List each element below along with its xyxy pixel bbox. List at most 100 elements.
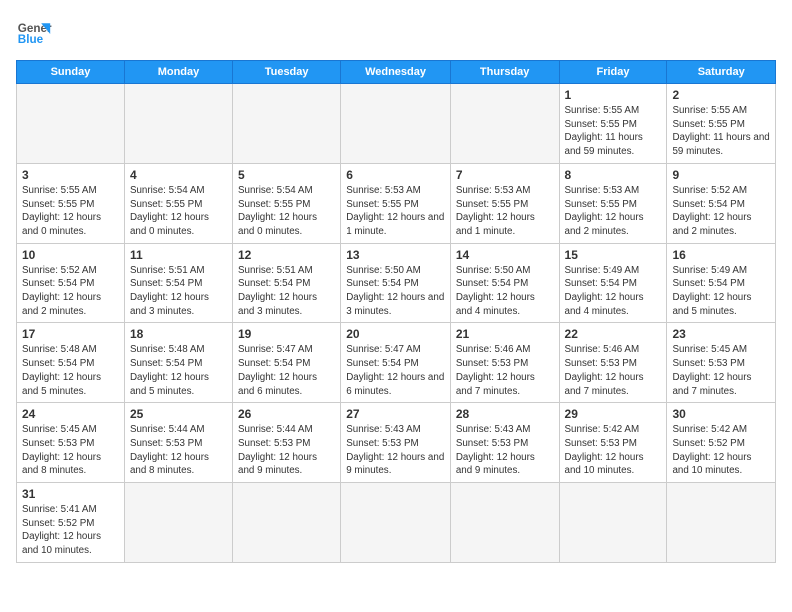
day-number: 20 (346, 327, 445, 341)
calendar-cell (233, 483, 341, 563)
day-number: 26 (238, 407, 335, 421)
day-info: Sunrise: 5:53 AM Sunset: 5:55 PM Dayligh… (565, 184, 662, 239)
day-info: Sunrise: 5:44 AM Sunset: 5:53 PM Dayligh… (238, 423, 335, 478)
calendar-cell: 11Sunrise: 5:51 AM Sunset: 5:54 PM Dayli… (124, 243, 232, 323)
day-info: Sunrise: 5:45 AM Sunset: 5:53 PM Dayligh… (672, 343, 770, 398)
day-header-tuesday: Tuesday (233, 61, 341, 84)
calendar-cell (124, 84, 232, 164)
day-info: Sunrise: 5:48 AM Sunset: 5:54 PM Dayligh… (130, 343, 227, 398)
day-info: Sunrise: 5:52 AM Sunset: 5:54 PM Dayligh… (22, 264, 119, 319)
day-number: 27 (346, 407, 445, 421)
calendar-cell: 13Sunrise: 5:50 AM Sunset: 5:54 PM Dayli… (341, 243, 451, 323)
day-info: Sunrise: 5:43 AM Sunset: 5:53 PM Dayligh… (346, 423, 445, 478)
calendar-cell: 10 Sunrise: 5:52 AM Sunset: 5:54 PM Dayli… (17, 243, 125, 323)
svg-text:Blue: Blue (18, 33, 44, 46)
calendar-cell: 1Sunrise: 5:55 AM Sunset: 5:55 PM Daylig… (559, 84, 667, 164)
day-header-wednesday: Wednesday (341, 61, 451, 84)
day-number: 4 (130, 168, 227, 182)
day-number: 31 (22, 487, 119, 501)
day-number: 2 (672, 88, 770, 102)
day-info: Sunrise: 5:48 AM Sunset: 5:54 PM Dayligh… (22, 343, 119, 398)
calendar-cell (124, 483, 232, 563)
day-info: Sunrise: 5:52 AM Sunset: 5:54 PM Dayligh… (672, 184, 770, 239)
day-info: Sunrise: 5:55 AM Sunset: 5:55 PM Dayligh… (565, 104, 662, 159)
day-number: 5 (238, 168, 335, 182)
day-number: 19 (238, 327, 335, 341)
day-info: Sunrise: 5:50 AM Sunset: 5:54 PM Dayligh… (346, 264, 445, 319)
calendar-cell: 22Sunrise: 5:46 AM Sunset: 5:53 PM Dayli… (559, 323, 667, 403)
day-number: 17 (22, 327, 119, 341)
calendar-cell: 14 Sunrise: 5:50 AM Sunset: 5:54 PM Dayli… (450, 243, 559, 323)
day-info: Sunrise: 5:55 AM Sunset: 5:55 PM Dayligh… (672, 104, 770, 159)
calendar-cell: 12 Sunrise: 5:51 AM Sunset: 5:54 PM Dayli… (233, 243, 341, 323)
day-number: 29 (565, 407, 662, 421)
day-info: Sunrise: 5:46 AM Sunset: 5:53 PM Dayligh… (565, 343, 662, 398)
day-info: Sunrise: 5:41 AM Sunset: 5:52 PM Dayligh… (22, 503, 119, 558)
day-header-thursday: Thursday (450, 61, 559, 84)
day-number: 18 (130, 327, 227, 341)
day-number: 16 (672, 248, 770, 262)
calendar-cell (559, 483, 667, 563)
day-header-saturday: Saturday (667, 61, 776, 84)
day-header-sunday: Sunday (17, 61, 125, 84)
days-header-row: SundayMondayTuesdayWednesdayThursdayFrid… (17, 61, 776, 84)
week-row-6: 31 Sunrise: 5:41 AM Sunset: 5:52 PM Dayli… (17, 483, 776, 563)
calendar-cell: 21 Sunrise: 5:46 AM Sunset: 5:53 PM Dayli… (450, 323, 559, 403)
calendar-cell: 5Sunrise: 5:54 AM Sunset: 5:55 PM Daylig… (233, 163, 341, 243)
day-number: 28 (456, 407, 554, 421)
day-number: 21 (456, 327, 554, 341)
calendar-cell: 7 Sunrise: 5:53 AM Sunset: 5:55 PM Daylig… (450, 163, 559, 243)
day-info: Sunrise: 5:47 AM Sunset: 5:54 PM Dayligh… (346, 343, 445, 398)
day-info: Sunrise: 5:46 AM Sunset: 5:53 PM Dayligh… (456, 343, 554, 398)
calendar-table: SundayMondayTuesdayWednesdayThursdayFrid… (16, 60, 776, 563)
day-number: 23 (672, 327, 770, 341)
calendar-cell (667, 483, 776, 563)
day-info: Sunrise: 5:44 AM Sunset: 5:53 PM Dayligh… (130, 423, 227, 478)
calendar-cell: 27 Sunrise: 5:43 AM Sunset: 5:53 PM Dayli… (341, 403, 451, 483)
week-row-5: 24Sunrise: 5:45 AM Sunset: 5:53 PM Dayli… (17, 403, 776, 483)
day-info: Sunrise: 5:55 AM Sunset: 5:55 PM Dayligh… (22, 184, 119, 239)
calendar-cell: 16 Sunrise: 5:49 AM Sunset: 5:54 PM Dayli… (667, 243, 776, 323)
logo-icon: General Blue (16, 16, 52, 52)
calendar-cell: 30 Sunrise: 5:42 AM Sunset: 5:52 PM Dayli… (667, 403, 776, 483)
day-number: 25 (130, 407, 227, 421)
calendar-cell: 17 Sunrise: 5:48 AM Sunset: 5:54 PM Dayli… (17, 323, 125, 403)
day-number: 9 (672, 168, 770, 182)
day-number: 3 (22, 168, 119, 182)
calendar-cell: 26 Sunrise: 5:44 AM Sunset: 5:53 PM Dayli… (233, 403, 341, 483)
calendar-cell (450, 84, 559, 164)
page-header: General Blue (16, 16, 776, 52)
calendar-cell (341, 84, 451, 164)
day-info: Sunrise: 5:45 AM Sunset: 5:53 PM Dayligh… (22, 423, 119, 478)
day-info: Sunrise: 5:43 AM Sunset: 5:53 PM Dayligh… (456, 423, 554, 478)
day-number: 12 (238, 248, 335, 262)
day-info: Sunrise: 5:50 AM Sunset: 5:54 PM Dayligh… (456, 264, 554, 319)
day-info: Sunrise: 5:51 AM Sunset: 5:54 PM Dayligh… (130, 264, 227, 319)
day-number: 7 (456, 168, 554, 182)
calendar-cell: 28 Sunrise: 5:43 AM Sunset: 5:53 PM Dayli… (450, 403, 559, 483)
day-header-monday: Monday (124, 61, 232, 84)
week-row-2: 3 Sunrise: 5:55 AM Sunset: 5:55 PM Daylig… (17, 163, 776, 243)
day-info: Sunrise: 5:53 AM Sunset: 5:55 PM Dayligh… (456, 184, 554, 239)
calendar-cell: 6 Sunrise: 5:53 AM Sunset: 5:55 PM Daylig… (341, 163, 451, 243)
calendar-cell: 25 Sunrise: 5:44 AM Sunset: 5:53 PM Dayli… (124, 403, 232, 483)
day-info: Sunrise: 5:53 AM Sunset: 5:55 PM Dayligh… (346, 184, 445, 239)
calendar-cell: 31 Sunrise: 5:41 AM Sunset: 5:52 PM Dayli… (17, 483, 125, 563)
day-number: 30 (672, 407, 770, 421)
day-number: 15 (565, 248, 662, 262)
day-number: 14 (456, 248, 554, 262)
day-info: Sunrise: 5:51 AM Sunset: 5:54 PM Dayligh… (238, 264, 335, 319)
calendar-cell (341, 483, 451, 563)
calendar-cell: 3 Sunrise: 5:55 AM Sunset: 5:55 PM Daylig… (17, 163, 125, 243)
day-number: 10 (22, 248, 119, 262)
day-number: 6 (346, 168, 445, 182)
calendar-cell (233, 84, 341, 164)
day-info: Sunrise: 5:49 AM Sunset: 5:54 PM Dayligh… (565, 264, 662, 319)
day-info: Sunrise: 5:42 AM Sunset: 5:52 PM Dayligh… (672, 423, 770, 478)
day-number: 8 (565, 168, 662, 182)
calendar-cell: 2 Sunrise: 5:55 AM Sunset: 5:55 PM Daylig… (667, 84, 776, 164)
calendar-cell: 20 Sunrise: 5:47 AM Sunset: 5:54 PM Dayli… (341, 323, 451, 403)
day-info: Sunrise: 5:54 AM Sunset: 5:55 PM Dayligh… (130, 184, 227, 239)
calendar-cell: 9 Sunrise: 5:52 AM Sunset: 5:54 PM Daylig… (667, 163, 776, 243)
day-info: Sunrise: 5:49 AM Sunset: 5:54 PM Dayligh… (672, 264, 770, 319)
